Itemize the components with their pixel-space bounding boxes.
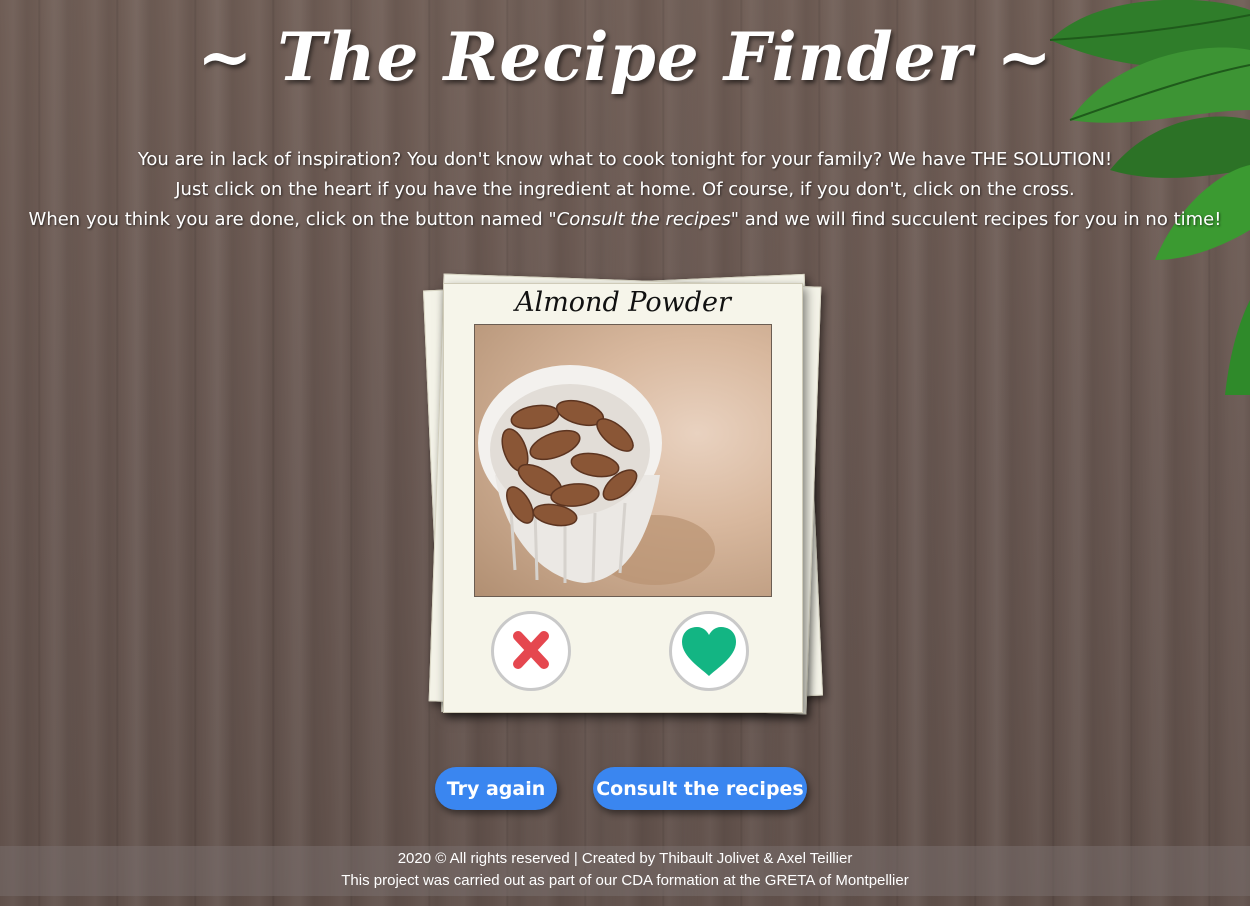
intro-consult-reference: "Consult the recipes"	[548, 209, 740, 230]
page-title: ~ The Recipe Finder ~	[197, 18, 1053, 96]
reject-ingredient-button[interactable]	[491, 611, 571, 691]
almonds-in-bowl-photo	[478, 365, 715, 585]
intro-line-3: When you think you are done, click on th…	[0, 205, 1250, 235]
accept-ingredient-button[interactable]	[669, 611, 749, 691]
footer-copyright: 2020 © All rights reserved | Created by …	[397, 850, 853, 867]
footer-project-note: This project was carried out as part of …	[341, 872, 909, 889]
cross-icon	[513, 631, 549, 669]
consult-recipes-button[interactable]: Consult the recipes	[593, 767, 807, 810]
ingredient-photo	[474, 324, 772, 597]
intro-line-3-end: and we will find succulent recipes for y…	[739, 209, 1222, 230]
heart-icon	[682, 627, 736, 676]
intro-line-2: Just click on the heart if you have the …	[175, 179, 1075, 200]
footer: 2020 © All rights reserved | Created by …	[0, 846, 1250, 896]
try-again-button[interactable]: Try again	[435, 767, 557, 810]
intro-text: You are in lack of inspiration? You don'…	[0, 145, 1250, 235]
intro-line-1: You are in lack of inspiration? You don'…	[137, 149, 1113, 170]
intro-line-3-start: When you think you are done, click on th…	[28, 209, 549, 230]
ingredient-name: Almond Powder	[515, 287, 731, 318]
ingredient-card[interactable]: Almond Powder	[443, 283, 803, 713]
